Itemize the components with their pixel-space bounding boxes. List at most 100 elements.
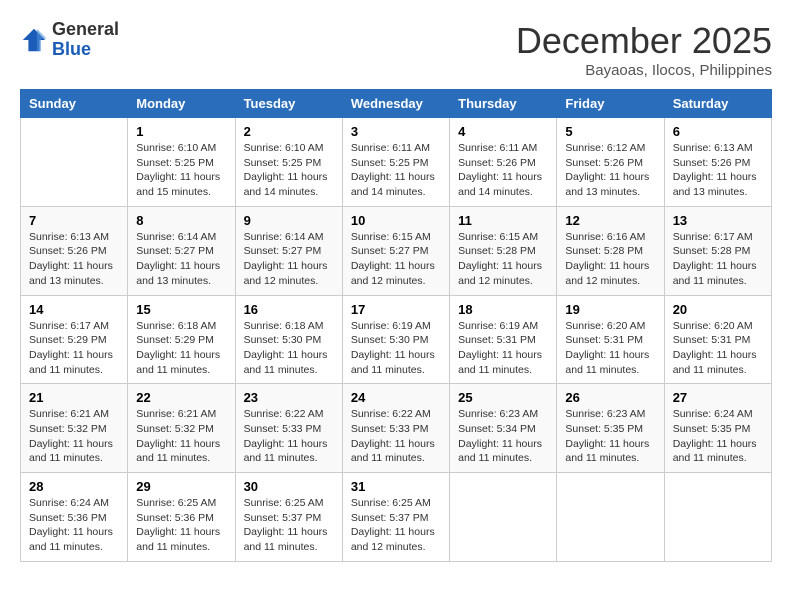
calendar-cell: 19 Sunrise: 6:20 AM Sunset: 5:31 PM Dayli…	[557, 295, 664, 384]
calendar-cell: 12 Sunrise: 6:16 AM Sunset: 5:28 PM Dayli…	[557, 206, 664, 295]
day-number: 22	[136, 390, 226, 405]
day-number: 6	[673, 124, 763, 139]
day-number: 31	[351, 479, 441, 494]
weekday-header-tuesday: Tuesday	[235, 90, 342, 118]
day-info: Sunrise: 6:14 AM Sunset: 5:27 PM Dayligh…	[244, 230, 334, 289]
weekday-header-saturday: Saturday	[664, 90, 771, 118]
day-info: Sunrise: 6:18 AM Sunset: 5:29 PM Dayligh…	[136, 319, 226, 378]
calendar-cell: 31 Sunrise: 6:25 AM Sunset: 5:37 PM Dayli…	[342, 473, 449, 562]
day-number: 25	[458, 390, 548, 405]
day-number: 28	[29, 479, 119, 494]
day-info: Sunrise: 6:16 AM Sunset: 5:28 PM Dayligh…	[565, 230, 655, 289]
day-info: Sunrise: 6:17 AM Sunset: 5:29 PM Dayligh…	[29, 319, 119, 378]
logo-icon	[20, 26, 48, 54]
day-number: 23	[244, 390, 334, 405]
calendar-table: SundayMondayTuesdayWednesdayThursdayFrid…	[20, 89, 772, 562]
day-info: Sunrise: 6:10 AM Sunset: 5:25 PM Dayligh…	[244, 141, 334, 200]
calendar-cell: 23 Sunrise: 6:22 AM Sunset: 5:33 PM Dayli…	[235, 384, 342, 473]
calendar-cell: 14Sunrise: 6:17 AM Sunset: 5:29 PM Dayli…	[21, 295, 128, 384]
title-block: December 2025 Bayaoas, Ilocos, Philippin…	[516, 20, 772, 79]
day-info: Sunrise: 6:22 AM Sunset: 5:33 PM Dayligh…	[244, 407, 334, 466]
day-number: 5	[565, 124, 655, 139]
day-info: Sunrise: 6:25 AM Sunset: 5:36 PM Dayligh…	[136, 496, 226, 555]
calendar-cell: 7Sunrise: 6:13 AM Sunset: 5:26 PM Daylig…	[21, 206, 128, 295]
weekday-header-sunday: Sunday	[21, 90, 128, 118]
day-info: Sunrise: 6:21 AM Sunset: 5:32 PM Dayligh…	[136, 407, 226, 466]
day-info: Sunrise: 6:19 AM Sunset: 5:30 PM Dayligh…	[351, 319, 441, 378]
calendar-cell: 9 Sunrise: 6:14 AM Sunset: 5:27 PM Daylig…	[235, 206, 342, 295]
day-info: Sunrise: 6:17 AM Sunset: 5:28 PM Dayligh…	[673, 230, 763, 289]
calendar-cell: 26 Sunrise: 6:23 AM Sunset: 5:35 PM Dayli…	[557, 384, 664, 473]
calendar-cell: 16 Sunrise: 6:18 AM Sunset: 5:30 PM Dayli…	[235, 295, 342, 384]
day-info: Sunrise: 6:11 AM Sunset: 5:25 PM Dayligh…	[351, 141, 441, 200]
day-number: 18	[458, 302, 548, 317]
day-info: Sunrise: 6:23 AM Sunset: 5:35 PM Dayligh…	[565, 407, 655, 466]
location-subtitle: Bayaoas, Ilocos, Philippines	[516, 62, 772, 79]
calendar-cell: 2 Sunrise: 6:10 AM Sunset: 5:25 PM Daylig…	[235, 118, 342, 207]
calendar-cell: 6Sunrise: 6:13 AM Sunset: 5:26 PM Daylig…	[664, 118, 771, 207]
calendar-cell: 11 Sunrise: 6:15 AM Sunset: 5:28 PM Dayli…	[450, 206, 557, 295]
calendar-week-1: 1Sunrise: 6:10 AM Sunset: 5:25 PM Daylig…	[21, 118, 772, 207]
day-number: 4	[458, 124, 548, 139]
day-number: 10	[351, 213, 441, 228]
day-number: 20	[673, 302, 763, 317]
calendar-cell: 3 Sunrise: 6:11 AM Sunset: 5:25 PM Daylig…	[342, 118, 449, 207]
day-info: Sunrise: 6:20 AM Sunset: 5:31 PM Dayligh…	[565, 319, 655, 378]
day-number: 7	[29, 213, 119, 228]
day-info: Sunrise: 6:21 AM Sunset: 5:32 PM Dayligh…	[29, 407, 119, 466]
calendar-week-3: 14Sunrise: 6:17 AM Sunset: 5:29 PM Dayli…	[21, 295, 772, 384]
day-number: 24	[351, 390, 441, 405]
calendar-cell: 13 Sunrise: 6:17 AM Sunset: 5:28 PM Dayli…	[664, 206, 771, 295]
day-number: 26	[565, 390, 655, 405]
day-info: Sunrise: 6:18 AM Sunset: 5:30 PM Dayligh…	[244, 319, 334, 378]
calendar-cell: 17 Sunrise: 6:19 AM Sunset: 5:30 PM Dayli…	[342, 295, 449, 384]
calendar-week-4: 21Sunrise: 6:21 AM Sunset: 5:32 PM Dayli…	[21, 384, 772, 473]
weekday-header-thursday: Thursday	[450, 90, 557, 118]
calendar-cell: 1Sunrise: 6:10 AM Sunset: 5:25 PM Daylig…	[128, 118, 235, 207]
calendar-cell: 29 Sunrise: 6:25 AM Sunset: 5:36 PM Dayli…	[128, 473, 235, 562]
day-number: 9	[244, 213, 334, 228]
calendar-cell: 28 Sunrise: 6:24 AM Sunset: 5:36 PM Dayli…	[21, 473, 128, 562]
day-number: 8	[136, 213, 226, 228]
weekday-header-friday: Friday	[557, 90, 664, 118]
day-number: 19	[565, 302, 655, 317]
calendar-cell: 20 Sunrise: 6:20 AM Sunset: 5:31 PM Dayli…	[664, 295, 771, 384]
day-number: 30	[244, 479, 334, 494]
day-info: Sunrise: 6:19 AM Sunset: 5:31 PM Dayligh…	[458, 319, 548, 378]
weekday-header-wednesday: Wednesday	[342, 90, 449, 118]
calendar-cell	[557, 473, 664, 562]
calendar-cell: 27Sunrise: 6:24 AM Sunset: 5:35 PM Dayli…	[664, 384, 771, 473]
day-number: 29	[136, 479, 226, 494]
calendar-body: 1Sunrise: 6:10 AM Sunset: 5:25 PM Daylig…	[21, 118, 772, 562]
calendar-header-row: SundayMondayTuesdayWednesdayThursdayFrid…	[21, 90, 772, 118]
day-number: 16	[244, 302, 334, 317]
day-info: Sunrise: 6:24 AM Sunset: 5:36 PM Dayligh…	[29, 496, 119, 555]
calendar-cell	[21, 118, 128, 207]
calendar-cell: 18 Sunrise: 6:19 AM Sunset: 5:31 PM Dayli…	[450, 295, 557, 384]
day-info: Sunrise: 6:25 AM Sunset: 5:37 PM Dayligh…	[351, 496, 441, 555]
day-number: 15	[136, 302, 226, 317]
calendar-week-2: 7Sunrise: 6:13 AM Sunset: 5:26 PM Daylig…	[21, 206, 772, 295]
calendar-cell: 22 Sunrise: 6:21 AM Sunset: 5:32 PM Dayli…	[128, 384, 235, 473]
day-info: Sunrise: 6:11 AM Sunset: 5:26 PM Dayligh…	[458, 141, 548, 200]
logo-text: General Blue	[52, 20, 119, 60]
day-number: 17	[351, 302, 441, 317]
day-info: Sunrise: 6:14 AM Sunset: 5:27 PM Dayligh…	[136, 230, 226, 289]
calendar-cell: 21Sunrise: 6:21 AM Sunset: 5:32 PM Dayli…	[21, 384, 128, 473]
day-info: Sunrise: 6:15 AM Sunset: 5:28 PM Dayligh…	[458, 230, 548, 289]
calendar-cell	[450, 473, 557, 562]
day-number: 13	[673, 213, 763, 228]
day-number: 11	[458, 213, 548, 228]
day-info: Sunrise: 6:23 AM Sunset: 5:34 PM Dayligh…	[458, 407, 548, 466]
logo-blue: Blue	[52, 40, 119, 60]
day-info: Sunrise: 6:20 AM Sunset: 5:31 PM Dayligh…	[673, 319, 763, 378]
day-info: Sunrise: 6:12 AM Sunset: 5:26 PM Dayligh…	[565, 141, 655, 200]
calendar-cell: 5 Sunrise: 6:12 AM Sunset: 5:26 PM Daylig…	[557, 118, 664, 207]
calendar-cell: 15 Sunrise: 6:18 AM Sunset: 5:29 PM Dayli…	[128, 295, 235, 384]
logo: General Blue	[20, 20, 119, 60]
logo-general: General	[52, 20, 119, 40]
day-number: 3	[351, 124, 441, 139]
calendar-cell: 25 Sunrise: 6:23 AM Sunset: 5:34 PM Dayli…	[450, 384, 557, 473]
day-number: 2	[244, 124, 334, 139]
day-number: 12	[565, 213, 655, 228]
